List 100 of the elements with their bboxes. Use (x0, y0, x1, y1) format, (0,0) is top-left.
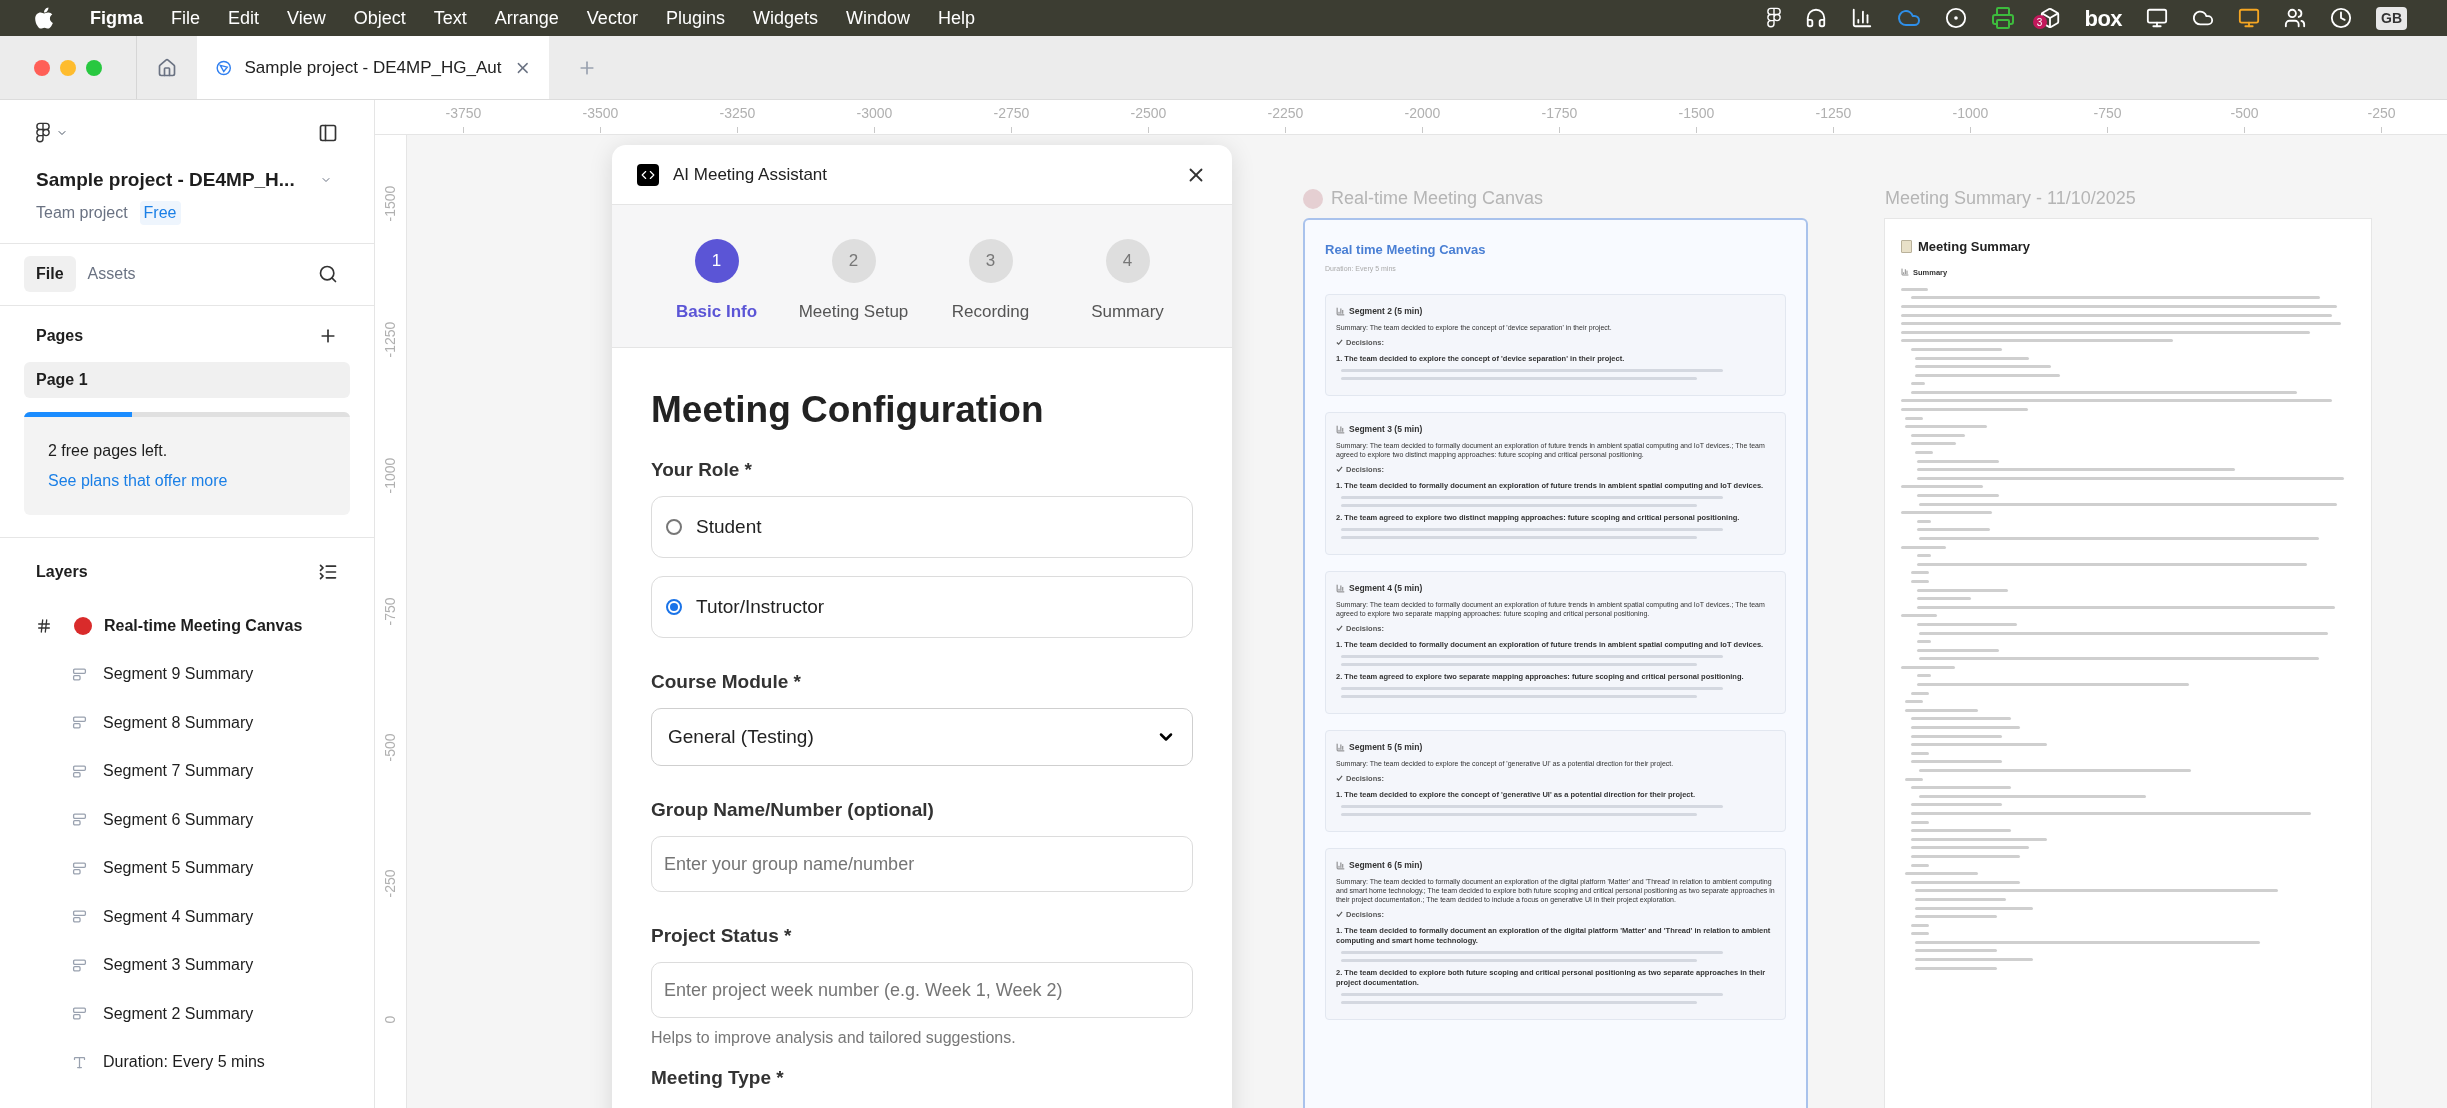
layer-item[interactable]: Duration: Every 5 mins (24, 1038, 350, 1087)
ruler-label: -1250 (381, 321, 399, 357)
apple-icon[interactable] (32, 6, 56, 30)
document-tab[interactable]: Sample project - DE4MP_HG_Aut (197, 36, 549, 99)
ruler-label: -1250 (1815, 105, 1852, 121)
input-source-badge[interactable]: GB (2376, 6, 2407, 30)
ruler-label: -1000 (381, 457, 399, 493)
home-icon[interactable] (157, 57, 177, 78)
sidebar-tab[interactable]: Assets (75, 256, 148, 292)
radio-button[interactable] (666, 599, 682, 615)
text-block-icon (72, 957, 87, 973)
form-heading: Meeting Configuration (651, 388, 1045, 432)
chart-icon (1336, 424, 1345, 434)
close-window-button[interactable] (34, 59, 50, 76)
text-block-icon (72, 812, 87, 828)
radio-option[interactable]: Student (651, 496, 1193, 558)
menu-item[interactable]: Object (353, 4, 406, 32)
check-icon (1336, 465, 1343, 473)
field-label: Your Role * (651, 458, 753, 482)
chart-icon (1336, 583, 1345, 593)
ruler-label: -750 (381, 597, 399, 625)
search-icon[interactable] (318, 264, 338, 284)
headphones-icon[interactable] (1804, 7, 1827, 29)
bars-icon[interactable] (1850, 7, 1873, 29)
dot-emoji-icon (74, 616, 92, 635)
menu-item[interactable]: Help (938, 4, 976, 32)
input-field[interactable]: Enter your group name/number (651, 836, 1193, 892)
printer-icon[interactable] (1990, 6, 2015, 30)
course-select[interactable]: General (Testing) (651, 708, 1193, 766)
layer-item[interactable]: Segment 5 Summary (24, 844, 350, 893)
layer-item[interactable]: Real-time Meeting Canvas (24, 601, 350, 650)
field-hint: Helps to improve analysis and tailored suggestions. (651, 1028, 1017, 1048)
ruler-label: -3250 (719, 105, 756, 121)
clock-icon[interactable] (2330, 7, 2352, 29)
frame-heading: Real time Meeting Canvas (1325, 241, 1487, 259)
menu-item[interactable]: Widgets (752, 4, 818, 32)
text-block-icon (72, 763, 87, 779)
field-label: Meeting Type * (651, 1066, 785, 1090)
ruler-label: -750 (2093, 105, 2122, 121)
check-icon (1336, 624, 1343, 632)
radio-button[interactable] (666, 519, 682, 535)
ruler-label: -2750 (993, 105, 1030, 121)
project-name[interactable]: Sample project - DE4MP_H... (36, 166, 295, 195)
step-number[interactable]: 1 (694, 239, 739, 283)
monitor-icon[interactable] (2146, 7, 2168, 29)
text-block-icon (72, 715, 87, 731)
step-label[interactable]: Summary (1091, 299, 1164, 325)
menu-item[interactable]: Plugins (665, 4, 725, 32)
app-menu[interactable]: Figma (90, 4, 143, 32)
plans-link[interactable]: See plans that offer more (48, 468, 326, 493)
layer-item[interactable]: Segment 7 Summary (24, 747, 350, 796)
chart-icon (1336, 860, 1345, 870)
ruler-label: -2500 (1130, 105, 1167, 121)
layer-item[interactable]: Segment 2 Summary (24, 989, 350, 1038)
layer-item[interactable]: Segment 6 Summary (24, 795, 350, 844)
people-icon[interactable] (2284, 7, 2306, 29)
project-type: Team project (36, 202, 128, 223)
panel-toggle-icon[interactable] (318, 123, 338, 143)
ruler-label: -250 (2367, 105, 2396, 121)
step-label[interactable]: Meeting Setup (798, 299, 909, 325)
ruler-label: -500 (2230, 105, 2259, 121)
layer-item[interactable]: Segment 9 Summary (24, 650, 350, 699)
code-icon (637, 163, 659, 186)
ruler-label: -3000 (856, 105, 893, 121)
chart-icon (1336, 306, 1345, 316)
page-item[interactable]: Page 1 (24, 361, 350, 398)
quota-text: 2 free pages left. (48, 440, 169, 461)
ruler-label: -2250 (1267, 105, 1304, 121)
collapse-layers-icon[interactable] (318, 561, 338, 582)
layer-item[interactable]: Segment 4 Summary (24, 892, 350, 941)
menu-item[interactable]: View (287, 4, 326, 32)
radio-option[interactable]: Tutor/Instructor (651, 576, 1193, 638)
ruler-label: 0 (381, 1015, 399, 1023)
menu-item[interactable]: Vector (586, 4, 638, 32)
menu-item[interactable]: Window (845, 4, 910, 32)
tab-title: Sample project - DE4MP_HG_Aut (244, 56, 502, 79)
segment-title: Segment 2 (5 min) (1349, 305, 1423, 318)
menu-item[interactable]: File (171, 4, 201, 32)
sidebar-tab[interactable]: File (24, 256, 76, 292)
layer-item[interactable]: Segment 3 Summary (24, 941, 350, 990)
notebook-icon (1901, 240, 1912, 254)
step-label[interactable]: Basic Info (675, 299, 758, 325)
menu-item[interactable]: Text (433, 4, 467, 32)
tray-label[interactable]: box (2084, 1, 2122, 35)
field-label: Project Status * (651, 924, 793, 948)
ruler-label: -3750 (445, 105, 482, 121)
menu-item[interactable]: Arrange (494, 4, 559, 32)
text-block-icon (72, 860, 87, 876)
ruler-label: -1500 (381, 185, 399, 221)
step-label[interactable]: Recording (951, 299, 1030, 325)
check-icon (1336, 774, 1343, 782)
ruler-label: -2000 (1404, 105, 1441, 121)
menu-item[interactable]: Edit (228, 4, 260, 32)
figma-tray-icon (1766, 7, 1781, 29)
input-field[interactable]: Enter project week number (e.g. Week 1, Week 2) (651, 962, 1193, 1018)
layer-item[interactable]: Segment 8 Summary (24, 698, 350, 747)
notification-count: 3 (2032, 15, 2047, 29)
box-stack-icon[interactable] (2038, 7, 2061, 29)
figma-menu-icon (36, 122, 50, 144)
check-icon (1336, 338, 1343, 346)
